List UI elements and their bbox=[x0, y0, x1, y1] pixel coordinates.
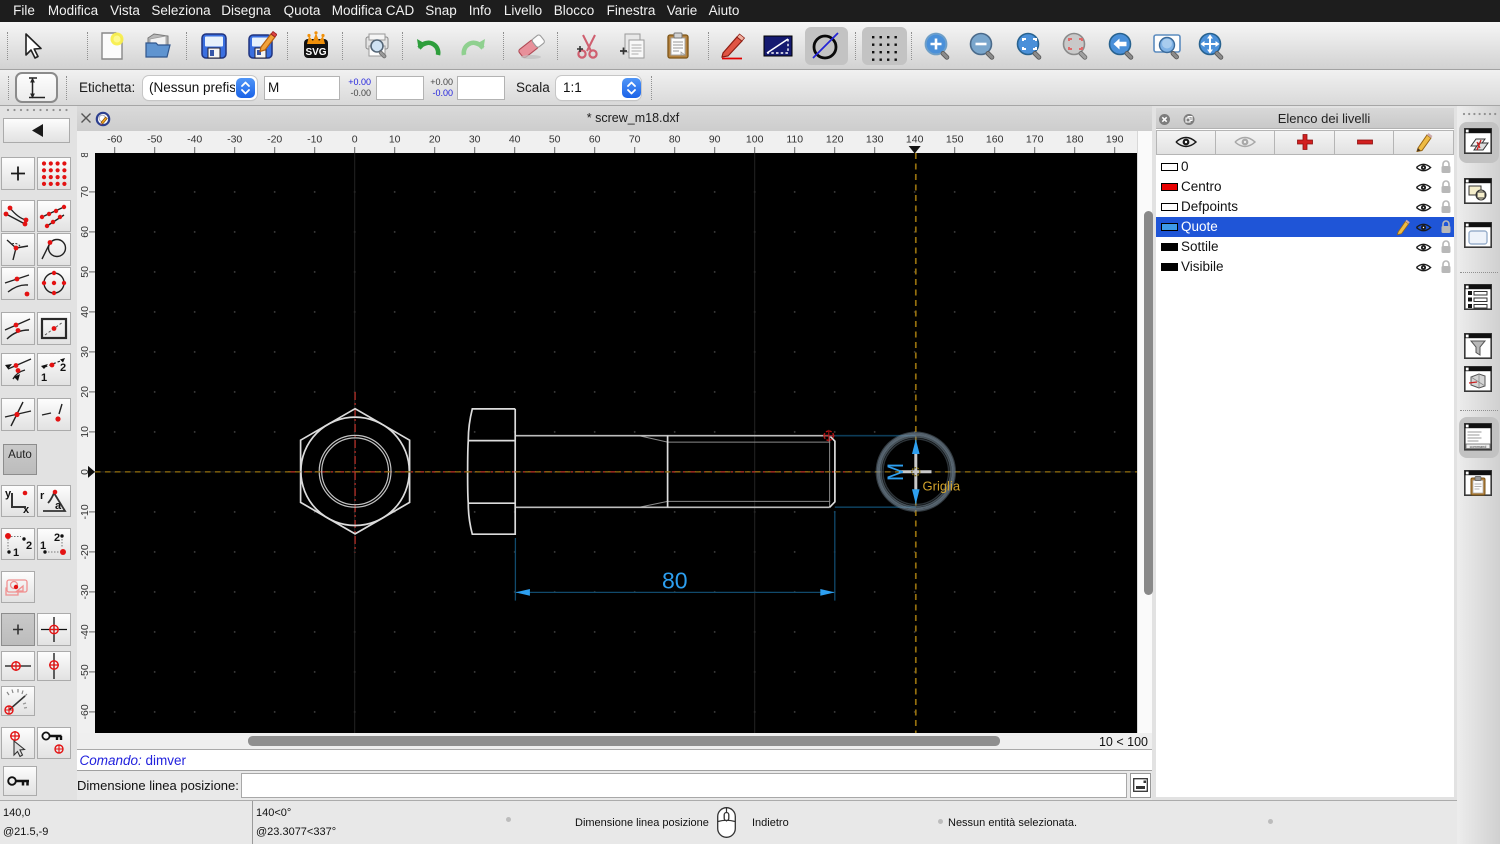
svg-text:170: 170 bbox=[1026, 134, 1044, 146]
svg-text:a: a bbox=[55, 500, 62, 512]
svg-text:-50: -50 bbox=[147, 134, 162, 146]
svg-text:80: 80 bbox=[662, 567, 688, 593]
svg-text:40: 40 bbox=[79, 306, 91, 318]
svg-text:80: 80 bbox=[669, 134, 681, 146]
svg-text:y: y bbox=[5, 488, 12, 500]
svg-text:120: 120 bbox=[826, 134, 844, 146]
svg-text:-20: -20 bbox=[79, 544, 91, 559]
svg-text:90: 90 bbox=[709, 134, 721, 146]
svg-text:-40: -40 bbox=[79, 624, 91, 639]
svg-text:60: 60 bbox=[589, 134, 601, 146]
svg-text:-30: -30 bbox=[79, 584, 91, 599]
svg-text:140: 140 bbox=[906, 134, 924, 146]
svg-text:-10: -10 bbox=[79, 504, 91, 519]
svg-text:1: 1 bbox=[40, 540, 46, 552]
svg-text:190: 190 bbox=[1106, 134, 1124, 146]
svg-text:50: 50 bbox=[79, 266, 91, 278]
svg-text:10: 10 bbox=[79, 426, 91, 438]
svg-text:10: 10 bbox=[389, 134, 401, 146]
svg-text:-20: -20 bbox=[267, 134, 282, 146]
svg-text:Auto: Auto bbox=[8, 449, 32, 461]
svg-text:2: 2 bbox=[60, 362, 66, 374]
svg-text:-50: -50 bbox=[79, 664, 91, 679]
svg-text:60: 60 bbox=[79, 226, 91, 238]
svg-text:-30: -30 bbox=[227, 134, 242, 146]
svg-text:command: command bbox=[1470, 445, 1487, 449]
svg-text:150: 150 bbox=[946, 134, 964, 146]
svg-text:0: 0 bbox=[352, 134, 358, 146]
svg-text:r: r bbox=[40, 490, 45, 502]
svg-text:20: 20 bbox=[79, 386, 91, 398]
svg-text:2: 2 bbox=[26, 540, 32, 552]
svg-text:30: 30 bbox=[469, 134, 481, 146]
svg-text:Griglia: Griglia bbox=[923, 479, 961, 494]
svg-text:x: x bbox=[23, 504, 30, 516]
svg-text:50: 50 bbox=[549, 134, 561, 146]
svg-text:30: 30 bbox=[79, 346, 91, 358]
svg-text:70: 70 bbox=[79, 186, 91, 198]
svg-text:40: 40 bbox=[509, 134, 521, 146]
svg-text:SVG: SVG bbox=[305, 47, 326, 58]
svg-text:1: 1 bbox=[13, 547, 19, 559]
svg-text:-60: -60 bbox=[107, 134, 122, 146]
svg-text:130: 130 bbox=[866, 134, 884, 146]
svg-text:-40: -40 bbox=[187, 134, 202, 146]
svg-text:M: M bbox=[883, 463, 908, 481]
svg-text:1: 1 bbox=[41, 372, 47, 384]
svg-text:-60: -60 bbox=[79, 704, 91, 719]
svg-text:100: 100 bbox=[746, 134, 764, 146]
svg-text:-10: -10 bbox=[307, 134, 322, 146]
svg-text:180: 180 bbox=[1066, 134, 1084, 146]
svg-text:110: 110 bbox=[786, 134, 803, 146]
svg-text:2: 2 bbox=[54, 532, 60, 544]
svg-text:80: 80 bbox=[79, 153, 91, 158]
svg-text:160: 160 bbox=[986, 134, 1004, 146]
svg-text:20: 20 bbox=[429, 134, 441, 146]
svg-text:70: 70 bbox=[629, 134, 641, 146]
